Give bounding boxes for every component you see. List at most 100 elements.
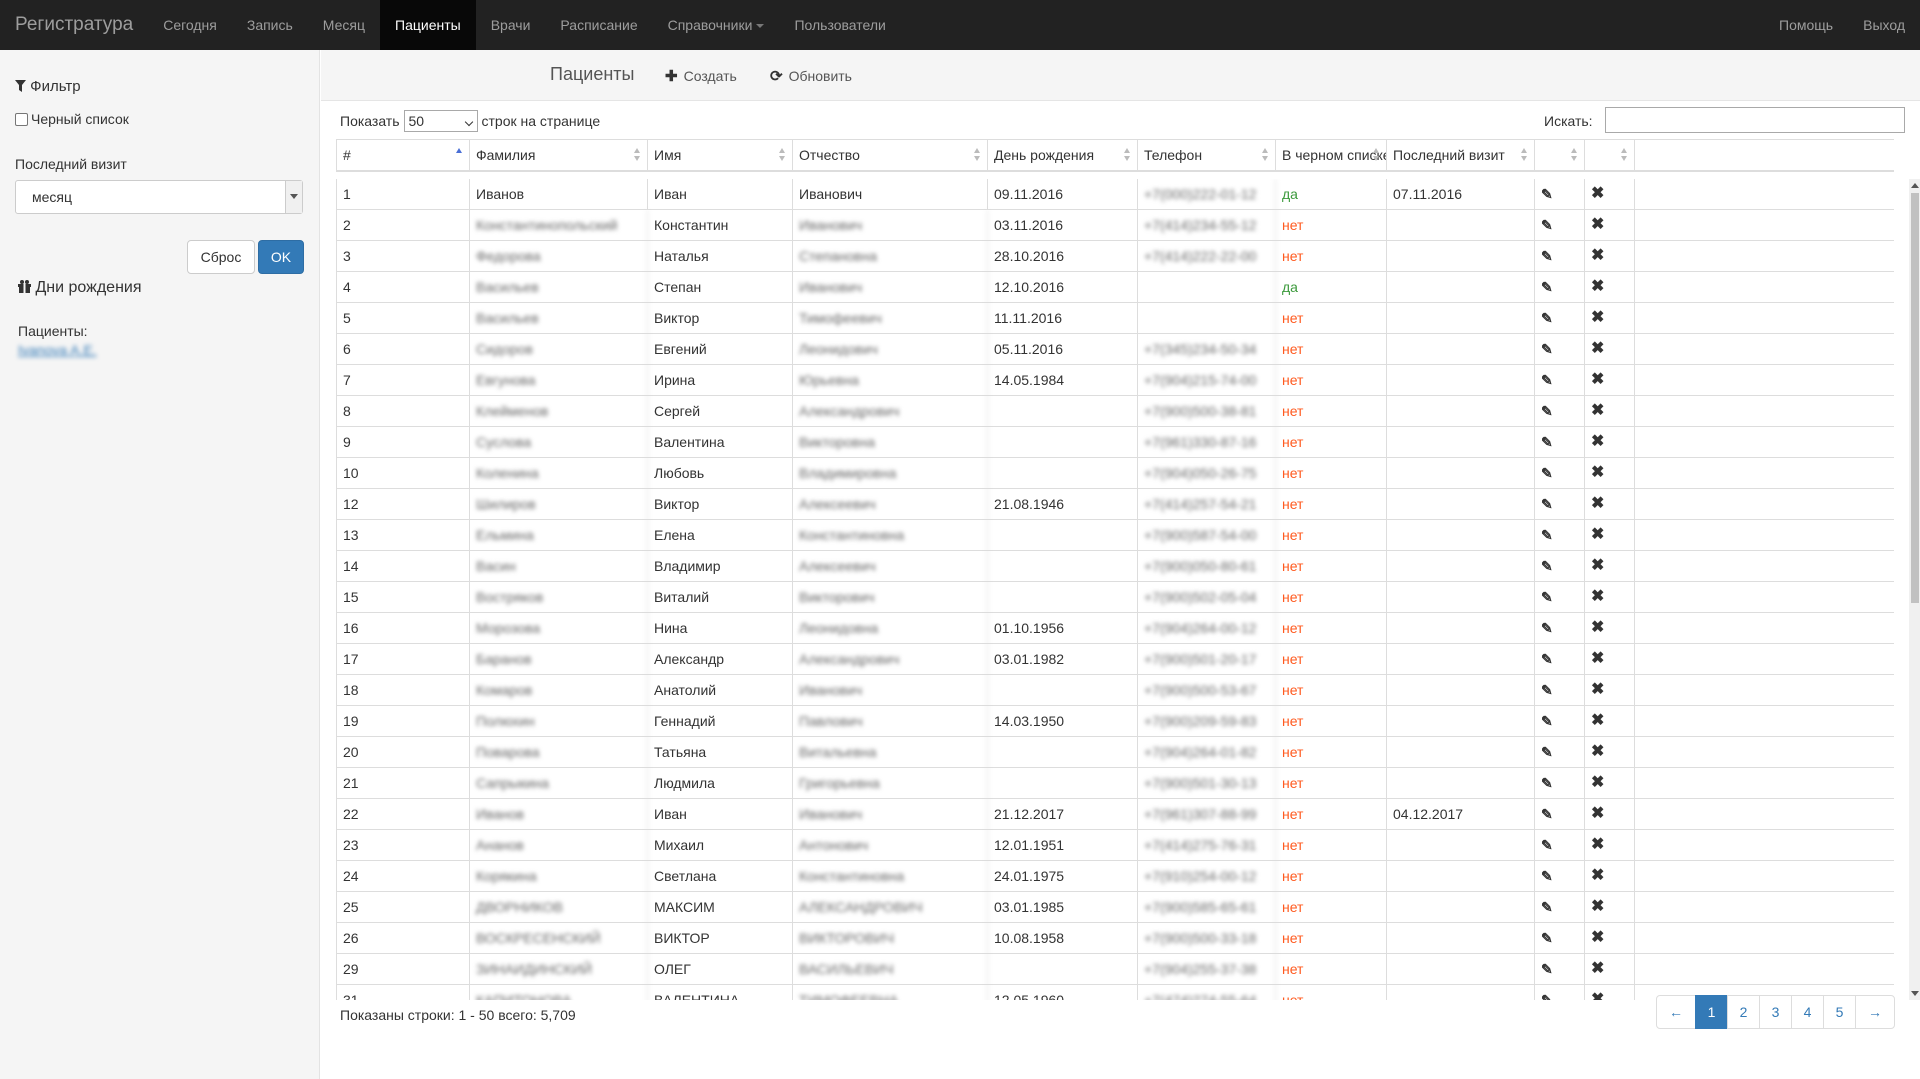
blacklist-filter[interactable]: Черный список [15,111,129,127]
page-button-4[interactable]: 4 [1791,995,1824,1029]
search-input[interactable] [1605,107,1905,133]
brand-title[interactable]: Регистратура [0,0,148,50]
edit-icon[interactable]: ✎ [1535,365,1585,396]
column-header[interactable]: Телефон [1138,140,1276,170]
table-row[interactable]: 17 Баранов Александр Александрович 03.01.198… [336,644,1894,675]
nav-item-1[interactable]: Запись [232,0,308,50]
edit-icon[interactable]: ✎ [1535,768,1585,799]
delete-icon[interactable]: ✖ [1585,489,1635,520]
table-row[interactable]: 7 Евгунова Ирина Юрьевна 14.05.1984 +7(904)21… [336,365,1894,396]
column-header[interactable]: Фамилия [470,140,648,170]
edit-icon[interactable]: ✎ [1535,861,1585,892]
reset-button[interactable]: Сброс [187,240,255,274]
scroll-down-icon[interactable] [1911,991,1919,996]
table-row[interactable]: 22 Иванов Иван Иванович 21.12.2017 +7(961)307… [336,799,1894,830]
delete-icon[interactable]: ✖ [1585,613,1635,644]
delete-icon[interactable]: ✖ [1585,179,1635,210]
nav-item-2[interactable]: Месяц [308,0,380,50]
edit-icon[interactable]: ✎ [1535,179,1585,210]
nav-item-4[interactable]: Врачи [476,0,546,50]
edit-icon[interactable]: ✎ [1535,489,1585,520]
sort-icon[interactable] [1571,148,1578,162]
ok-button[interactable]: OK [258,240,304,274]
sort-icon[interactable] [974,148,981,162]
table-row[interactable]: 29 ЗИНАИДИНСКИЙ ОЛЕГ ВАСИЛЬЕВИЧ +7(904)255-3… [336,954,1894,985]
table-row[interactable]: 12 Шилиров Виктор Алексеевич 21.08.1946 +7(41… [336,489,1894,520]
column-header[interactable]: День рождения [988,140,1138,170]
sort-icon[interactable] [1124,148,1131,162]
scrollbar-thumb[interactable] [1911,193,1919,603]
page-button-1[interactable]: 1 [1695,995,1728,1029]
edit-icon[interactable]: ✎ [1535,737,1585,768]
delete-icon[interactable]: ✖ [1585,768,1635,799]
prev-page-button[interactable]: ← [1656,995,1696,1029]
edit-icon[interactable]: ✎ [1535,644,1585,675]
create-button[interactable]: ✚ Создать [665,67,737,85]
column-header[interactable]: Последний визит [1387,140,1535,170]
edit-icon[interactable]: ✎ [1535,210,1585,241]
delete-icon[interactable]: ✖ [1585,210,1635,241]
delete-icon[interactable]: ✖ [1585,365,1635,396]
delete-icon[interactable]: ✖ [1585,334,1635,365]
edit-icon[interactable]: ✎ [1535,799,1585,830]
sort-icon[interactable] [1262,148,1269,162]
table-row[interactable]: 13 Ельмина Елена Константиновна +7(900)587-5… [336,520,1894,551]
table-row[interactable]: 1 Иванов Иван Иванович 09.11.2016 +7(000)222-… [336,179,1894,210]
table-row[interactable]: 8 Клейменов Сергей Александрович +7(900)500-… [336,396,1894,427]
edit-icon[interactable]: ✎ [1535,613,1585,644]
sort-icon[interactable] [634,148,641,162]
table-row[interactable]: 20 Поварова Татьяна Витальевна +7(904)264-01… [336,737,1894,768]
delete-icon[interactable]: ✖ [1585,892,1635,923]
column-header[interactable]: Имя [648,140,793,170]
table-row[interactable]: 21 Сапрыкина Людмила Григорьевна +7(900)501-… [336,768,1894,799]
table-row[interactable]: 10 Коленина Любовь Владимировна +7(904)050-2… [336,458,1894,489]
column-header[interactable]: # [336,140,470,170]
nav-item-6[interactable]: Справочники [653,0,780,50]
delete-icon[interactable]: ✖ [1585,272,1635,303]
page-button-5[interactable]: 5 [1823,995,1856,1029]
sort-icon[interactable] [1521,148,1528,162]
table-row[interactable]: 5 Васильев Виктор Тимофеевич 11.11.2016 нет ✎ ✖ [336,303,1894,334]
birthday-patient-link[interactable]: Ivanova A.E. [18,342,97,358]
edit-icon[interactable]: ✎ [1535,892,1585,923]
table-row[interactable]: 26 ВОСКРЕСЕНСКИЙ ВИКТОР ВИКТОРОВИЧ 10.08.195… [336,923,1894,954]
delete-icon[interactable]: ✖ [1585,582,1635,613]
nav-item-5[interactable]: Расписание [545,0,652,50]
nav-right-item-1[interactable]: Выход [1848,0,1920,50]
delete-icon[interactable]: ✖ [1585,241,1635,272]
sort-icon[interactable] [779,148,786,162]
chevron-down-icon[interactable] [285,181,302,213]
edit-icon[interactable]: ✎ [1535,923,1585,954]
nav-right-item-0[interactable]: Помощь [1764,0,1848,50]
delete-icon[interactable]: ✖ [1585,706,1635,737]
delete-icon[interactable]: ✖ [1585,458,1635,489]
edit-icon[interactable]: ✎ [1535,551,1585,582]
sort-icon[interactable] [1621,148,1628,162]
edit-icon[interactable]: ✎ [1535,706,1585,737]
column-header[interactable] [1535,140,1585,170]
table-body[interactable]: 1 Иванов Иван Иванович 09.11.2016 +7(000)222-… [336,179,1894,1000]
table-row[interactable]: 25 ДВОРНИКОВ МАКСИМ АЛЕКСАНДРОВИЧ 03.01.1985… [336,892,1894,923]
delete-icon[interactable]: ✖ [1585,520,1635,551]
delete-icon[interactable]: ✖ [1585,737,1635,768]
nav-item-7[interactable]: Пользователи [779,0,900,50]
edit-icon[interactable]: ✎ [1535,830,1585,861]
table-row[interactable]: 24 Корякина Светлана Константиновна 24.01.19… [336,861,1894,892]
delete-icon[interactable]: ✖ [1585,644,1635,675]
page-button-2[interactable]: 2 [1727,995,1760,1029]
table-row[interactable]: 9 Суслова Валентина Викторовна +7(961)330-87… [336,427,1894,458]
delete-icon[interactable]: ✖ [1585,923,1635,954]
table-row[interactable]: 18 Комаров Анатолий Иванович +7(900)500-53-6… [336,675,1894,706]
nav-item-3[interactable]: Пациенты [380,0,476,50]
delete-icon[interactable]: ✖ [1585,427,1635,458]
delete-icon[interactable]: ✖ [1585,675,1635,706]
nav-item-0[interactable]: Сегодня [148,0,232,50]
delete-icon[interactable]: ✖ [1585,799,1635,830]
table-row[interactable]: 2 Константинопольский Константин Иванович 03… [336,210,1894,241]
table-row[interactable]: 6 Сидоров Евгений Леонидович 05.11.2016 +7(34… [336,334,1894,365]
delete-icon[interactable]: ✖ [1585,303,1635,334]
edit-icon[interactable]: ✎ [1535,458,1585,489]
blacklist-checkbox[interactable] [15,112,28,126]
table-scrollbar[interactable] [1909,179,1920,1000]
table-row[interactable]: 14 Васин Владимир Алексеевич +7(900)050-80-6… [336,551,1894,582]
